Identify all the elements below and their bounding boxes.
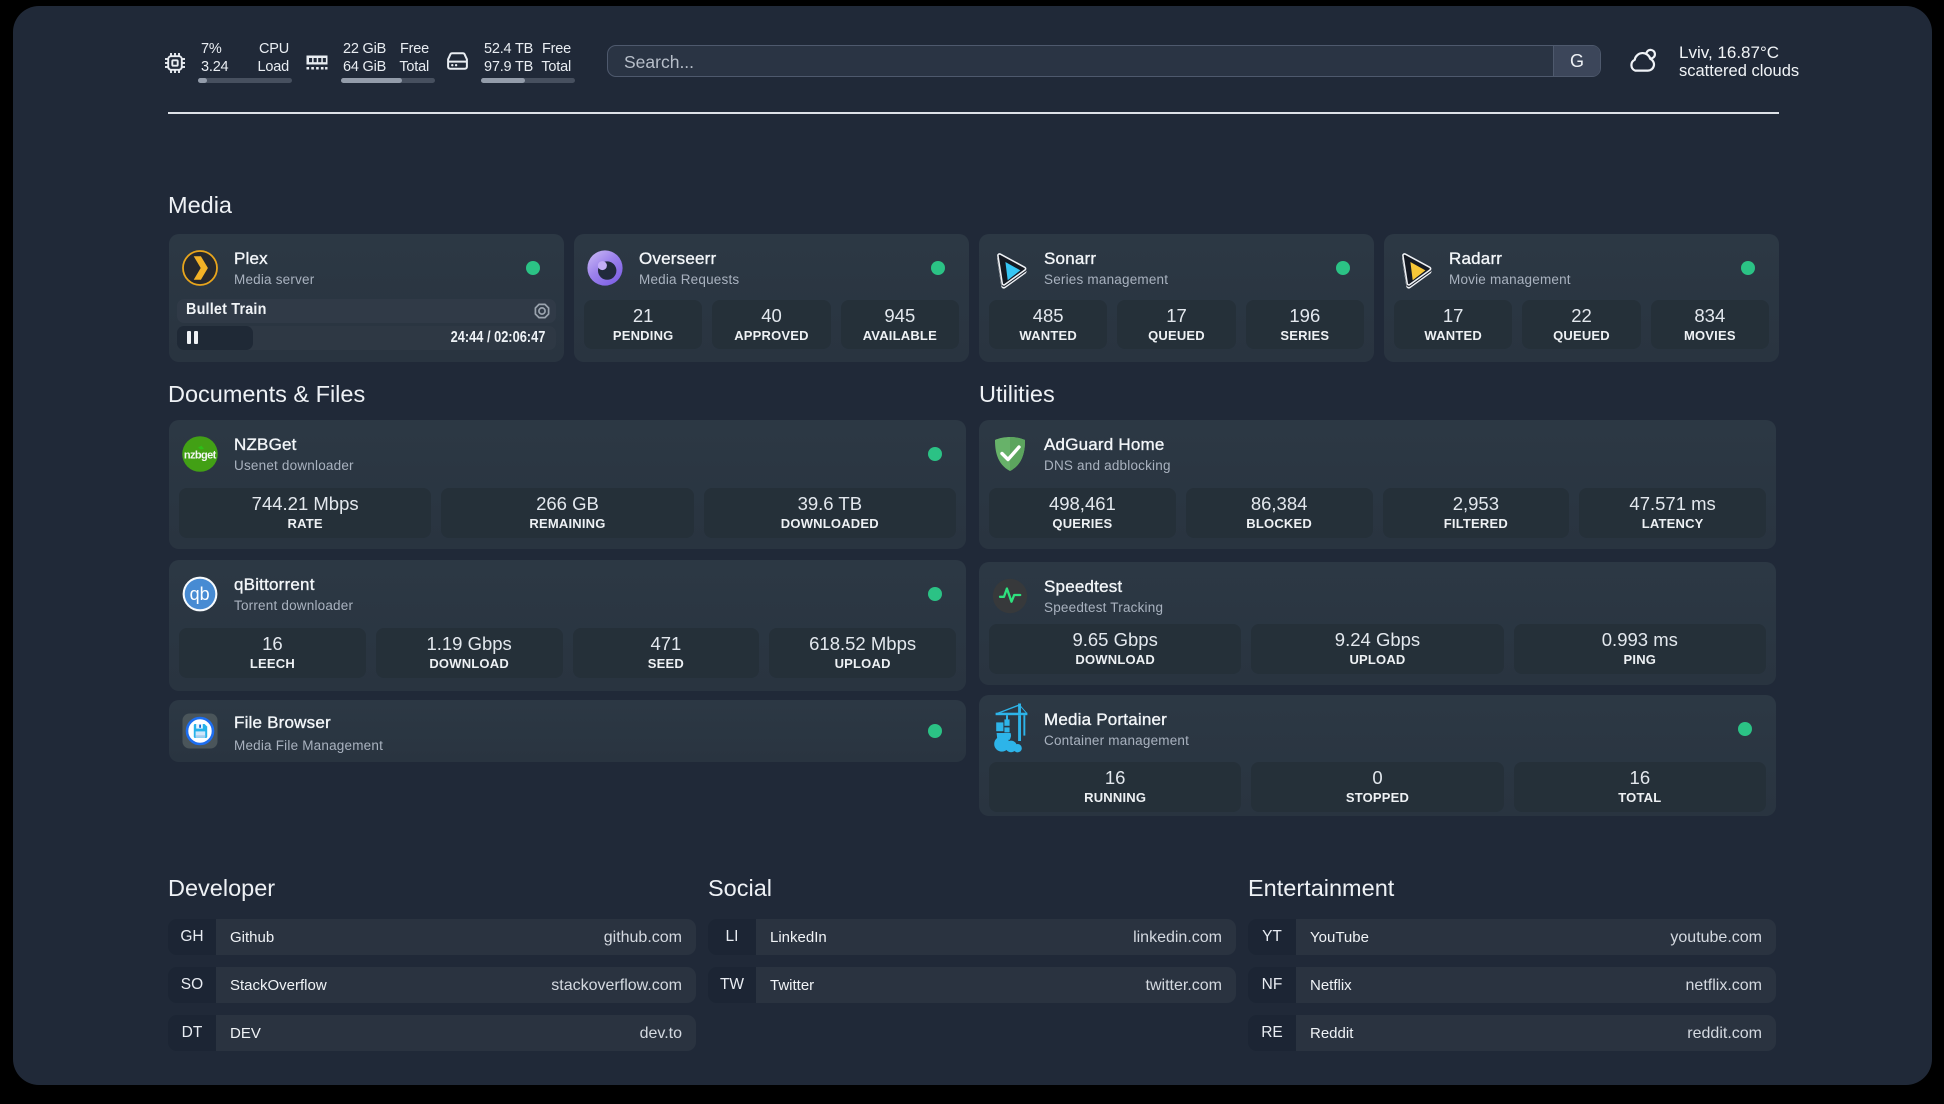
svg-text:qb: qb [190,584,210,604]
svg-text:nzbget: nzbget [184,449,217,461]
